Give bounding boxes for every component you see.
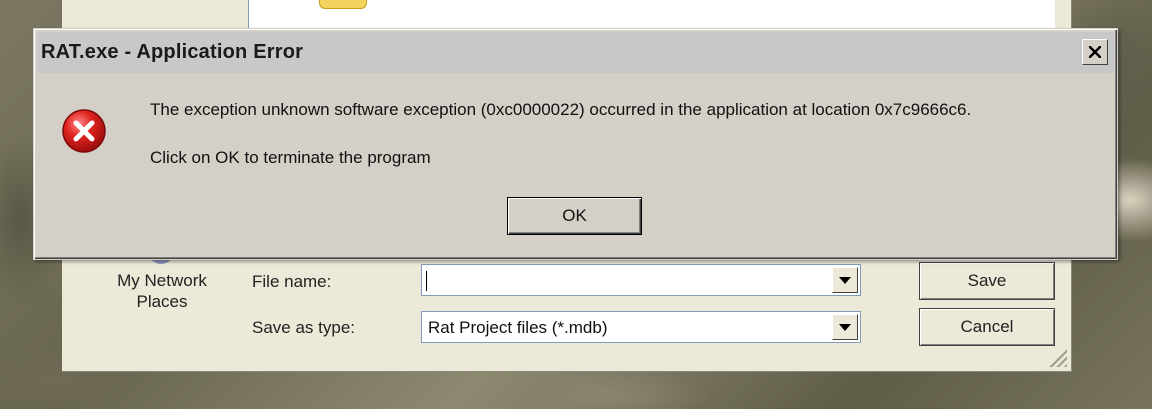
close-button[interactable]: [1082, 39, 1108, 65]
error-dialog-title: RAT.exe - Application Error: [41, 41, 304, 63]
text-caret: [426, 271, 427, 291]
save-as-type-dropdown-button[interactable]: [832, 314, 858, 340]
focus-rect: [512, 202, 637, 230]
places-item-label-line1: My Network: [117, 271, 207, 290]
file-name-input[interactable]: [421, 264, 861, 296]
file-name-dropdown-button[interactable]: [832, 267, 858, 293]
chevron-down-icon: [839, 323, 851, 331]
application-error-dialog: RAT.exe - Application Error The exceptio…: [33, 28, 1118, 260]
error-icon: [62, 109, 106, 153]
file-name-label: File name:: [252, 272, 332, 291]
save-as-type-select[interactable]: Rat Project files (*.mdb): [421, 311, 861, 343]
resize-grip[interactable]: [1049, 349, 1067, 367]
places-item-my-network[interactable]: My Network Places: [92, 270, 232, 312]
close-icon: [1089, 46, 1101, 58]
save-as-type-label: Save as type:: [252, 318, 356, 337]
error-instruction: Click on OK to terminate the program: [150, 148, 431, 167]
error-dialog-titlebar[interactable]: RAT.exe - Application Error: [37, 32, 1114, 73]
error-message: The exception unknown software exception…: [150, 100, 972, 119]
places-item-label-line2: Places: [136, 292, 188, 311]
save-as-type-value: Rat Project files (*.mdb): [428, 318, 608, 337]
folder-icon[interactable]: [319, 0, 367, 9]
cancel-button[interactable]: Cancel: [919, 308, 1055, 346]
save-button[interactable]: Save: [919, 262, 1055, 300]
ok-button[interactable]: OK: [507, 197, 642, 235]
chevron-down-icon: [839, 276, 851, 284]
